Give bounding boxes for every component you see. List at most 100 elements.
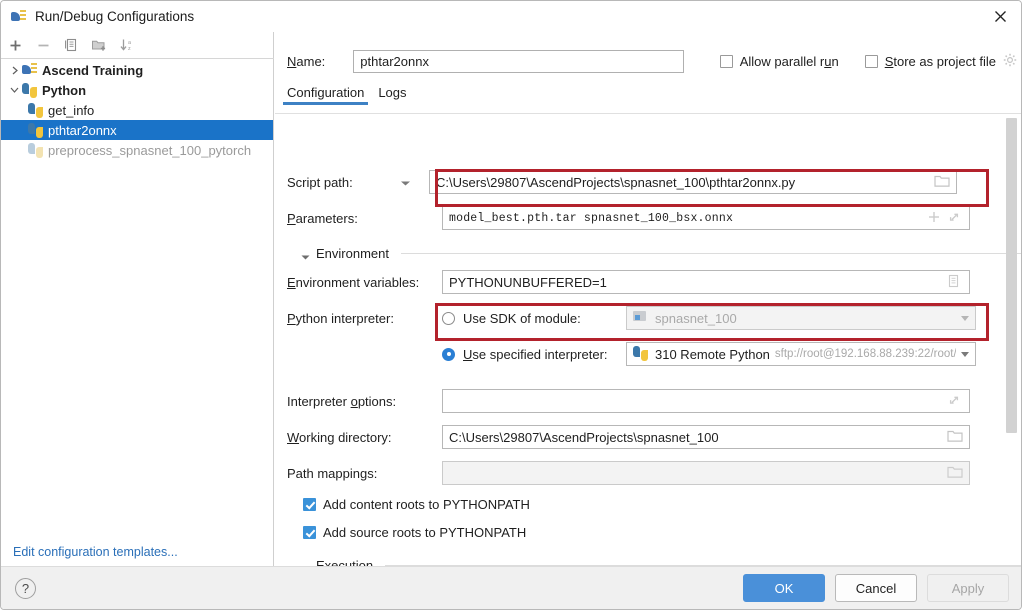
apply-button[interactable]: Apply <box>927 574 1009 602</box>
minus-icon <box>37 39 50 52</box>
ascend-icon <box>22 62 38 78</box>
form-scrollbar[interactable] <box>1006 118 1017 568</box>
environment-variables-label: Environment variables: <box>287 275 442 290</box>
folder-browse-icon[interactable] <box>947 429 963 445</box>
environment-variables-row: Environment variables: PYTHONUNBUFFERED=… <box>287 270 1007 294</box>
add-source-roots-row[interactable]: Add source roots to PYTHONPATH <box>303 525 526 540</box>
add-source-roots-label: Add source roots to PYTHONPATH <box>323 525 526 540</box>
parameters-field[interactable]: model_best.pth.tar spnasnet_100_bsx.onnx <box>442 206 970 230</box>
scrollbar-thumb[interactable] <box>1006 118 1017 433</box>
working-directory-label: Working directory: <box>287 430 442 445</box>
edit-configuration-templates-link[interactable]: Edit configuration templates... <box>13 545 178 559</box>
environment-variables-value: PYTHONUNBUFFERED=1 <box>449 275 943 290</box>
chevron-down-icon[interactable] <box>961 352 969 357</box>
use-sdk-of-module-radio[interactable] <box>442 312 455 325</box>
parameters-value: model_best.pth.tar spnasnet_100_bsx.onnx <box>449 212 923 225</box>
chevron-down-icon[interactable] <box>961 316 969 321</box>
remove-configuration-button[interactable] <box>29 33 57 57</box>
script-path-value: C:\Users\29807\AscendProjects\spnasnet_1… <box>436 175 930 190</box>
tree-item-get-info[interactable]: get_info <box>1 100 273 120</box>
title-bar: Run/Debug Configurations <box>1 1 1022 32</box>
path-mappings-field[interactable] <box>442 461 970 485</box>
python-icon <box>22 82 38 98</box>
add-source-roots-checkbox[interactable] <box>303 526 316 539</box>
store-as-project-file-checkbox[interactable] <box>865 55 878 68</box>
add-configuration-button[interactable] <box>1 33 29 57</box>
move-into-folder-button[interactable] <box>85 33 113 57</box>
working-directory-row: Working directory: C:\Users\29807\Ascend… <box>287 425 1007 449</box>
list-edit-icon[interactable] <box>947 274 963 290</box>
environment-section-header[interactable]: Environment <box>301 246 1021 261</box>
sdk-module-dropdown[interactable]: spnasnet_100 <box>626 306 976 330</box>
sidebar-toolbar: a z <box>1 32 274 59</box>
chevron-down-icon <box>400 180 411 187</box>
python-icon <box>28 102 44 118</box>
sort-alpha-icon: a z <box>120 38 135 52</box>
configuration-editor: Name: Allow parallel run Store as projec… <box>275 32 1022 567</box>
python-icon <box>28 142 44 158</box>
tree-item-preprocess-spnasnet-100-pytorch[interactable]: preprocess_spnasnet_100_pytorch <box>1 140 273 160</box>
sort-configurations-button[interactable]: a z <box>113 33 141 57</box>
tab-logs[interactable]: Logs <box>378 85 406 105</box>
path-mappings-label: Path mappings: <box>287 466 442 481</box>
gear-icon[interactable] <box>1003 53 1017 70</box>
add-content-roots-checkbox[interactable] <box>303 498 316 511</box>
cancel-button[interactable]: Cancel <box>835 574 917 602</box>
close-icon <box>994 10 1007 23</box>
use-specified-interpreter-label: Use specified interpreter: <box>463 347 626 362</box>
chevron-right-icon[interactable] <box>7 66 22 75</box>
working-directory-value: C:\Users\29807\AscendProjects\spnasnet_1… <box>449 430 943 445</box>
ok-button[interactable]: OK <box>743 574 825 602</box>
environment-variables-field[interactable]: PYTHONUNBUFFERED=1 <box>442 270 970 294</box>
store-as-project-file-row[interactable]: Store as project file <box>865 53 1017 70</box>
tree-item-label: Python <box>42 83 86 98</box>
use-specified-interpreter-radio[interactable] <box>442 348 455 361</box>
module-icon <box>633 310 649 326</box>
caret-down-icon[interactable] <box>301 249 310 258</box>
tree-item-pthtar2onnx[interactable]: pthtar2onnx <box>1 120 273 140</box>
parameters-row: Parameters: model_best.pth.tar spnasnet_… <box>287 206 1007 230</box>
folder-browse-icon[interactable] <box>934 174 950 190</box>
interpreter-options-row: Interpreter options: <box>287 389 1007 413</box>
script-path-field[interactable]: C:\Users\29807\AscendProjects\spnasnet_1… <box>429 170 957 194</box>
environment-section-title: Environment <box>316 246 389 261</box>
working-directory-field[interactable]: C:\Users\29807\AscendProjects\spnasnet_1… <box>442 425 970 449</box>
specified-interpreter-path: sftp://root@192.168.88.239:22/root/ <box>775 348 956 360</box>
chevron-down-icon[interactable] <box>7 86 22 94</box>
section-divider <box>401 253 1021 254</box>
name-label: Name: <box>287 54 325 69</box>
add-content-roots-label: Add content roots to PYTHONPATH <box>323 497 530 512</box>
insert-macro-icon[interactable] <box>927 210 943 226</box>
interpreter-options-field[interactable] <box>442 389 970 413</box>
allow-parallel-run-label: Allow parallel run <box>740 54 839 69</box>
script-path-row: Script path: C:\Users\29807\AscendProjec… <box>287 170 1007 194</box>
sdk-module-value: spnasnet_100 <box>655 311 956 326</box>
specified-interpreter-dropdown[interactable]: 310 Remote Python sftp://root@192.168.88… <box>626 342 976 366</box>
tree-item-ascend-training[interactable]: Ascend Training <box>1 60 273 80</box>
interpreter-options-label: Interpreter options: <box>287 394 442 409</box>
allow-parallel-run-checkbox[interactable] <box>720 55 733 68</box>
configurations-tree[interactable]: Ascend Training Python get_info pthtar2o… <box>1 60 273 537</box>
script-path-mode-dropdown[interactable] <box>400 175 411 190</box>
tab-configuration[interactable]: Configuration <box>287 85 364 105</box>
allow-parallel-run-row[interactable]: Allow parallel run <box>720 54 839 69</box>
tree-item-python[interactable]: Python <box>1 80 273 100</box>
expand-editor-icon[interactable] <box>947 210 963 226</box>
python-interpreter-label: Python interpreter: <box>287 311 442 326</box>
expand-editor-icon[interactable] <box>947 393 963 409</box>
remote-python-icon <box>633 346 649 362</box>
script-path-label: Script path: <box>287 175 412 190</box>
tree-item-label: pthtar2onnx <box>48 123 117 138</box>
editor-tabs[interactable]: Configuration Logs <box>287 85 407 105</box>
add-content-roots-row[interactable]: Add content roots to PYTHONPATH <box>303 497 530 512</box>
help-button[interactable]: ? <box>15 578 36 599</box>
copy-configuration-button[interactable] <box>57 33 85 57</box>
tree-item-label: get_info <box>48 103 94 118</box>
close-window-button[interactable] <box>977 1 1022 32</box>
use-specified-interpreter-row: Use specified interpreter: 310 Remote Py… <box>287 342 1007 366</box>
use-sdk-of-module-label: Use SDK of module: <box>463 311 626 326</box>
tree-item-label: Ascend Training <box>42 63 143 78</box>
folder-browse-icon[interactable] <box>947 465 963 481</box>
name-input[interactable] <box>353 50 683 73</box>
parameters-label: Parameters: <box>287 211 442 226</box>
